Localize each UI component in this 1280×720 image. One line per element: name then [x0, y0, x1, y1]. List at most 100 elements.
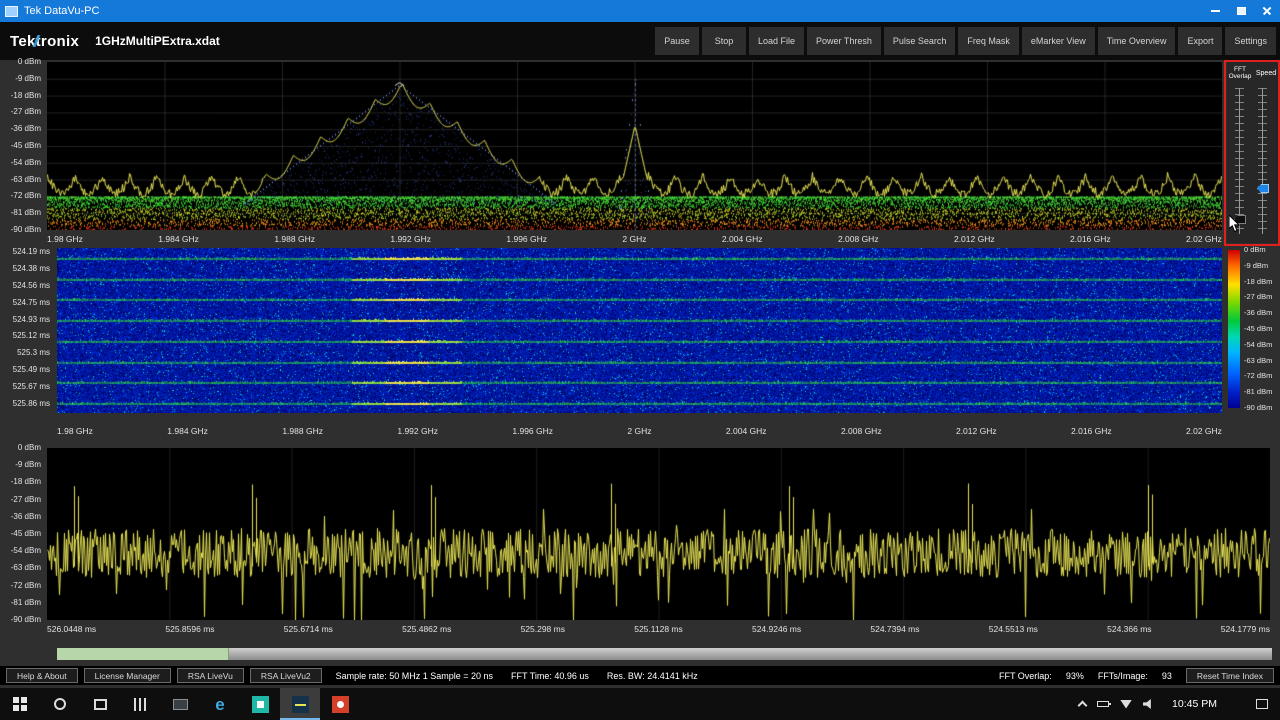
x-tick-label: 1.988 GHz: [282, 426, 323, 436]
toolbar-button[interactable]: Pause: [655, 27, 699, 55]
y-tick-label: -27 dBm: [0, 108, 44, 116]
action-center-icon[interactable]: [1256, 699, 1268, 709]
y-tick-label: -18 dBm: [0, 478, 44, 486]
y-tick-label: -54 dBm: [0, 159, 44, 167]
toolbar-button[interactable]: Settings: [1225, 27, 1276, 55]
color-scale-bar: [1228, 250, 1240, 408]
taskbar-app-library[interactable]: [120, 688, 160, 720]
toolbar-button[interactable]: Power Thresh: [807, 27, 881, 55]
app-icon: [5, 6, 18, 17]
time-tick-label: 524.38 ms: [0, 265, 53, 273]
tektronix-logo: Tektronix: [10, 33, 79, 50]
statusbar-button[interactable]: Help & About: [6, 668, 78, 683]
y-tick-label: -63 dBm: [0, 564, 44, 572]
recorder-app-icon: [332, 696, 349, 713]
toolbar-button[interactable]: Time Overview: [1098, 27, 1176, 55]
x-tick-label: 1.984 GHz: [167, 426, 208, 436]
fft-time-text: FFT Time: 40.96 us: [511, 671, 589, 681]
time-tick-label: 524.19 ms: [0, 248, 53, 256]
time-scrollbar[interactable]: [57, 648, 1272, 660]
minimize-icon: [1211, 10, 1220, 12]
toolbar-button[interactable]: Pulse Search: [884, 27, 956, 55]
statusbar-right: FFT Overlap: 93% FFTs/Image: 93 Reset Ti…: [999, 668, 1274, 683]
taskbar-app-recorder[interactable]: [320, 688, 360, 720]
loaded-file-name: 1GHzMultiPExtra.xdat: [95, 34, 220, 48]
maximize-icon: [1237, 7, 1246, 15]
task-view-icon: [94, 699, 107, 710]
x-tick-label: 2.004 GHz: [726, 426, 767, 436]
tray-chevron-up-icon[interactable]: [1078, 701, 1088, 711]
time-tick-label: 525.298 ms: [521, 624, 565, 634]
close-icon: [1262, 6, 1272, 16]
statusbar-button[interactable]: License Manager: [84, 668, 171, 683]
time-tick-label: 525.67 ms: [0, 383, 53, 391]
x-tick-label: 1.98 GHz: [57, 426, 93, 436]
time-tick-label: 525.8596 ms: [165, 624, 214, 634]
x-tick-label: 2.012 GHz: [956, 426, 997, 436]
fft-overlap-slider[interactable]: [1235, 88, 1244, 234]
tray-battery-icon[interactable]: [1097, 701, 1109, 707]
time-tick-label: 524.1779 ms: [1221, 624, 1270, 634]
time-tick-label: 524.5513 ms: [989, 624, 1038, 634]
y-tick-label: -9 dBm: [0, 461, 44, 469]
x-tick-label: 2.004 GHz: [722, 234, 763, 244]
res-bw-text: Res. BW: 24.4141 kHz: [607, 671, 698, 681]
taskbar-app-desktop[interactable]: [160, 688, 200, 720]
ffts-per-image-label: FFTs/Image:: [1098, 671, 1148, 681]
tray-clock[interactable]: 10:45 PM: [1172, 698, 1217, 710]
minimize-button[interactable]: [1202, 0, 1228, 22]
toolbar-button[interactable]: Freq Mask: [958, 27, 1019, 55]
spectrogram-time-axis: 524.19 ms524.38 ms524.56 ms524.75 ms524.…: [0, 248, 53, 408]
toolbar-button[interactable]: Export: [1178, 27, 1222, 55]
toolbar-button[interactable]: Load File: [749, 27, 804, 55]
system-tray: 10:45 PM: [1079, 698, 1280, 710]
colorbar-tick-label: -18 dBm: [1244, 278, 1280, 286]
y-tick-label: -36 dBm: [0, 125, 44, 133]
timedomain-canvas[interactable]: [47, 448, 1270, 620]
scrollbar-thumb[interactable]: [57, 648, 229, 660]
time-tick-label: 524.366 ms: [1107, 624, 1151, 634]
close-button[interactable]: [1254, 0, 1280, 22]
colorbar-tick-label: -90 dBm: [1244, 404, 1280, 412]
toolbar-button[interactable]: eMarker View: [1022, 27, 1095, 55]
x-tick-label: 2.012 GHz: [954, 234, 995, 244]
y-tick-label: 0 dBm: [0, 444, 44, 452]
statusbar-button[interactable]: RSA LiveVu2: [250, 668, 322, 683]
app-window: Tek DataVu-PC Tektronix 1GHzMultiPExtra.…: [0, 0, 1280, 720]
fft-speed-panel: FFT Overlap Speed: [1227, 62, 1278, 243]
statusbar-button[interactable]: RSA LiveVu: [177, 668, 244, 683]
fft-overlap-label: FFT Overlap:: [999, 671, 1052, 681]
spectrogram-x-axis: 1.98 GHz1.984 GHz1.988 GHz1.992 GHz1.996…: [57, 426, 1222, 436]
logo-text: Tektronix: [10, 33, 79, 50]
maximize-button[interactable]: [1228, 0, 1254, 22]
taskbar-app-teal[interactable]: [240, 688, 280, 720]
taskbar-app-datavu-active[interactable]: [280, 688, 320, 720]
search-button[interactable]: [40, 688, 80, 720]
toolbar-button[interactable]: Stop: [702, 27, 746, 55]
tray-wifi-icon[interactable]: [1120, 700, 1132, 709]
y-tick-label: -81 dBm: [0, 599, 44, 607]
title-bar: Tek DataVu-PC: [0, 0, 1280, 22]
teal-app-icon: [252, 696, 269, 713]
y-tick-label: -45 dBm: [0, 530, 44, 538]
taskbar-app-edge[interactable]: e: [200, 688, 240, 720]
time-tick-label: 526.0448 ms: [47, 624, 96, 634]
spectrogram-canvas[interactable]: [57, 248, 1222, 413]
tray-volume-icon[interactable]: [1143, 699, 1155, 710]
colorbar-tick-label: -36 dBm: [1244, 309, 1280, 317]
windows-logo-icon: [13, 697, 27, 711]
task-view-button[interactable]: [80, 688, 120, 720]
reset-time-index-button[interactable]: Reset Time Index: [1186, 668, 1274, 683]
speed-slider[interactable]: [1258, 88, 1267, 234]
edge-icon: e: [215, 696, 224, 713]
spectrum-canvas[interactable]: [47, 62, 1222, 230]
start-button[interactable]: [0, 688, 40, 720]
datavu-app-icon: [292, 696, 309, 713]
x-tick-label: 1.98 GHz: [47, 234, 83, 244]
colorbar-tick-label: -72 dBm: [1244, 372, 1280, 380]
x-tick-label: 2 GHz: [627, 426, 651, 436]
ffts-per-image-value: 93: [1162, 671, 1172, 681]
spectrogram-panel: 524.19 ms524.38 ms524.56 ms524.75 ms524.…: [0, 248, 1280, 444]
timedomain-x-axis: 526.0448 ms525.8596 ms525.6714 ms525.486…: [47, 624, 1270, 634]
y-tick-label: -90 dBm: [0, 226, 44, 234]
